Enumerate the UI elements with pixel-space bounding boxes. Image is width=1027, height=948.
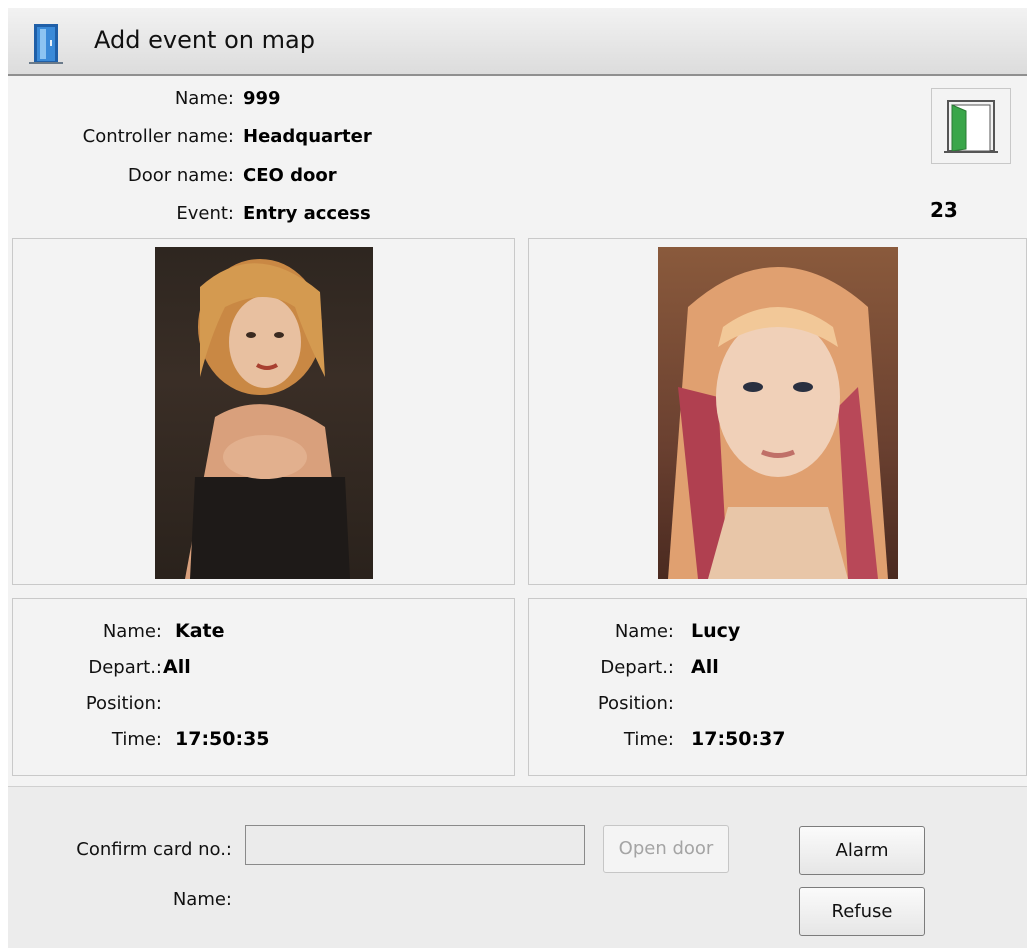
person-name-value: Lucy (691, 620, 741, 642)
door-title-icon (28, 22, 64, 64)
person-depart-label: Depart.: (600, 657, 674, 678)
event-type-row: Event: Entry access (8, 195, 1027, 233)
confirm-card-input[interactable] (245, 825, 585, 865)
event-type-value: Entry access (243, 203, 371, 224)
person-depart-value: All (163, 656, 191, 678)
controller-row: Controller name: Headquarter (8, 118, 1027, 156)
person-time-value: 17:50:37 (691, 728, 786, 750)
title-bar: Add event on map (8, 8, 1027, 76)
person-photo-kate (155, 247, 373, 579)
photo-panel-right (528, 238, 1027, 585)
photo-panel-left (12, 238, 515, 585)
person-time-label: Time: (623, 729, 674, 750)
person-position-label: Position: (85, 693, 162, 714)
controller-value: Headquarter (243, 126, 372, 147)
event-name-value: 999 (243, 88, 281, 109)
refuse-button[interactable]: Refuse (799, 887, 925, 936)
person-depart-label: Depart.: (88, 657, 162, 678)
event-type-label: Event: (176, 203, 234, 224)
event-name-row: Name: 999 (8, 80, 1027, 118)
person-info-left: Name: Kate Depart.: All Position: Time: … (12, 598, 515, 776)
confirm-section: Confirm card no.: Open door Alarm Name: … (8, 786, 1027, 948)
person-photo-lucy (658, 247, 898, 579)
controller-label: Controller name: (82, 126, 234, 147)
person-time-label: Time: (111, 729, 162, 750)
door-status-button[interactable] (931, 88, 1011, 164)
door-label: Door name: (127, 165, 234, 186)
person-info-right: Name: Lucy Depart.: All Position: Time: … (528, 598, 1027, 776)
confirm-name-label: Name: (172, 889, 232, 910)
person-time-value: 17:50:35 (175, 728, 270, 750)
door-value: CEO door (243, 165, 337, 186)
person-name-value: Kate (175, 620, 225, 642)
person-name-label: Name: (102, 621, 162, 642)
add-event-window: Add event on map Name: 999 Controller na… (8, 8, 1027, 948)
door-row: Door name: CEO door (8, 157, 1027, 195)
person-position-label: Position: (597, 693, 674, 714)
person-name-label: Name: (614, 621, 674, 642)
alarm-button[interactable]: Alarm (799, 826, 925, 875)
event-count: 23 (930, 198, 958, 222)
open-door-button[interactable]: Open door (603, 825, 729, 873)
person-depart-value: All (691, 656, 719, 678)
confirm-card-label: Confirm card no.: (76, 839, 232, 860)
window-title: Add event on map (94, 26, 315, 54)
open-door-icon (944, 100, 998, 153)
event-name-label: Name: (174, 88, 234, 109)
